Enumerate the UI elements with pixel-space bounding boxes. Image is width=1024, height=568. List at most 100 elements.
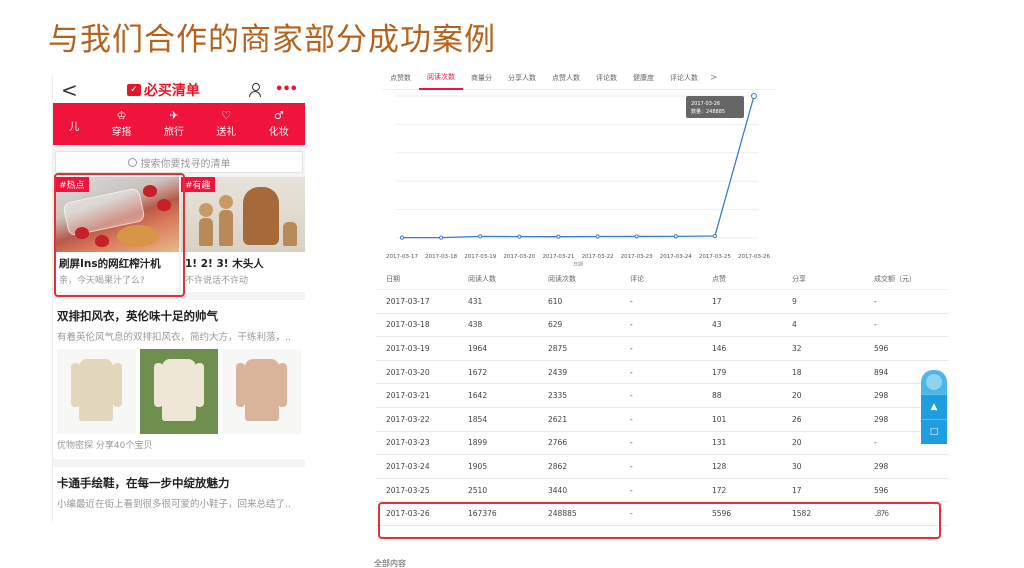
category-item[interactable]: ✈ 旅行 bbox=[164, 110, 184, 138]
article-title: 卡通手绘鞋，在每一步中绽放魅力 bbox=[57, 476, 230, 490]
x-axis-title: 日期 bbox=[573, 262, 583, 266]
featured-card[interactable]: #有趣 1! 2! 3! 木头人 不许说话不许动 bbox=[181, 177, 305, 292]
search-placeholder: 搜索你要找寻的清单 bbox=[140, 158, 231, 170]
back-icon[interactable]: < bbox=[61, 80, 78, 100]
metric-tab[interactable]: 分享人数 bbox=[500, 66, 544, 90]
column-header: 成交额（元） bbox=[874, 274, 916, 283]
x-tick-label: 2017-03-17 bbox=[386, 254, 418, 260]
fun-tag: #有趣 bbox=[181, 177, 215, 192]
table-row: 2017-03-26 167376 248885 - 5596 1582 ..876 bbox=[376, 502, 948, 526]
top-actions: ••• bbox=[249, 82, 298, 97]
featured-card[interactable]: #热点 刷屏Ins的网红榨汁机 亲，今天喝果汁了么? bbox=[55, 177, 179, 292]
article-images bbox=[57, 349, 302, 434]
table-cell: ..876 bbox=[874, 509, 889, 519]
table-cell: 596 bbox=[874, 343, 889, 353]
table-cell: - bbox=[630, 343, 633, 353]
analytics-chart-panel: 点赞数 阅读次数 商量分 分享人数 点赞人数 评论数 健康度 评论人数 > 2017-03-17… bbox=[382, 66, 776, 266]
category-item[interactable]: ♔ 穿搭 bbox=[112, 110, 132, 138]
x-tick-label: 2017-03-22 bbox=[582, 254, 614, 260]
table-cell: 2017-03-22 bbox=[386, 414, 430, 424]
table-cell: 2017-03-24 bbox=[386, 461, 430, 471]
x-tick-label: 2017-03-19 bbox=[464, 254, 496, 260]
metric-tab[interactable]: 评论人数 bbox=[662, 66, 706, 90]
article-item[interactable]: 卡通手绘鞋，在每一步中绽放魅力 小编最近在街上看到很多很可爱的小鞋子，回来总结了… bbox=[53, 467, 305, 510]
table-cell: 5596 bbox=[712, 509, 732, 519]
tabs-next-icon[interactable]: > bbox=[706, 73, 718, 83]
wooden-dolls-image: #有趣 bbox=[181, 177, 305, 252]
category-item[interactable]: 儿 bbox=[69, 116, 79, 133]
table-cell: 2017-03-19 bbox=[386, 343, 430, 353]
table-cell: 2766 bbox=[548, 438, 568, 448]
table-cell: 18 bbox=[792, 367, 802, 377]
app-logo: ✓ 必买清单 bbox=[126, 80, 200, 100]
column-header: 分享 bbox=[792, 274, 806, 283]
app-top-bar: < ✓ 必买清单 ••• bbox=[53, 76, 305, 103]
metric-tab[interactable]: 健康度 bbox=[625, 66, 662, 90]
all-content-label: 全部内容 bbox=[374, 559, 406, 568]
column-header: 日期 bbox=[386, 274, 400, 283]
card-title: 刷屏Ins的网红榨汁机 bbox=[59, 258, 161, 270]
hot-tag: #热点 bbox=[55, 177, 89, 192]
table-row: 2017-03-23 1899 2766-131 20- bbox=[376, 432, 948, 456]
column-header: 阅读人数 bbox=[468, 274, 496, 283]
coat-image bbox=[57, 349, 136, 434]
table-cell: 2335 bbox=[548, 391, 568, 401]
table-cell: - bbox=[630, 367, 633, 377]
coat-image bbox=[139, 349, 219, 434]
table-row: 2017-03-25 2510 3440 - 172 17 596 bbox=[376, 479, 948, 503]
table-cell: 2621 bbox=[548, 414, 568, 424]
category-item[interactable]: ♂ 化妆 bbox=[269, 110, 289, 138]
metric-tab[interactable]: 评论数 bbox=[588, 66, 625, 90]
slide-title: 与我们合作的商家部分成功案例 bbox=[48, 22, 496, 58]
chat-icon[interactable]: □ bbox=[921, 419, 947, 444]
metric-tab[interactable]: 阅读次数 bbox=[419, 66, 463, 90]
table-cell: 2862 bbox=[548, 461, 568, 471]
data-point bbox=[751, 93, 757, 99]
tooltip-value: 数量：248885 bbox=[691, 108, 725, 115]
table-row: 2017-03-21 1642 2335-88 20 298 bbox=[376, 384, 948, 408]
metric-tab[interactable]: 点赞人数 bbox=[544, 66, 588, 90]
table-header: 日期 阅读人数 阅读次数 评论 点赞 分享 成交额（元） bbox=[376, 268, 948, 290]
phone-screenshot: < ✓ 必买清单 ••• 儿 ♔ 穿搭 ✈ 旅行 ♡ 送礼 ♂ 化妆 搜索你要找寻的清单 bbox=[52, 76, 305, 523]
data-table: 日期 阅读人数 阅读次数 评论 点赞 分享 成交额（元） 2017-03-17 431 610 -… bbox=[376, 268, 948, 568]
category-icon: ✈ bbox=[169, 109, 179, 122]
data-point bbox=[478, 234, 483, 239]
table-cell: - bbox=[630, 320, 633, 330]
data-point bbox=[673, 234, 678, 239]
table-cell: 2017-03-21 bbox=[386, 391, 430, 401]
more-menu-icon[interactable]: ••• bbox=[275, 82, 298, 97]
table-cell: - bbox=[874, 320, 877, 330]
divider bbox=[53, 292, 305, 300]
table-cell: 2510 bbox=[468, 485, 488, 495]
table-row: 2017-03-22 1854 2621-101 26 298 bbox=[376, 408, 948, 432]
x-tick-label: 2017-03-21 bbox=[542, 254, 574, 260]
metric-tab[interactable]: 点赞数 bbox=[382, 66, 419, 90]
table-cell: 20 bbox=[792, 391, 802, 401]
category-label: 送礼 bbox=[216, 127, 237, 138]
card-title: 1! 2! 3! 木头人 bbox=[185, 258, 264, 270]
data-point bbox=[595, 234, 600, 239]
table-cell: 9 bbox=[792, 296, 797, 306]
bell-icon[interactable]: ▲ bbox=[921, 394, 947, 419]
table-row: 2017-03-18 438 629 - 43 4 - bbox=[376, 314, 948, 338]
table-cell: 128 bbox=[712, 461, 727, 471]
user-icon[interactable] bbox=[249, 82, 262, 97]
table-cell: - bbox=[874, 296, 877, 306]
table-row: 2017-03-19 1964 2875 - 146 32 596 bbox=[376, 337, 948, 361]
category-label: 儿 bbox=[69, 121, 80, 133]
table-row: 2017-03-17 431 610 - 17 9 - bbox=[376, 290, 948, 314]
search-input[interactable]: 搜索你要找寻的清单 bbox=[55, 151, 303, 173]
table-cell: - bbox=[630, 461, 633, 471]
table-cell: 167376 bbox=[468, 509, 497, 519]
data-point bbox=[556, 234, 561, 239]
column-header: 阅读次数 bbox=[548, 274, 576, 283]
table-row: 2017-03-20 1672 2439-179 18 894 bbox=[376, 361, 948, 385]
category-item[interactable]: ♡ 送礼 bbox=[216, 110, 236, 138]
table-cell: 131 bbox=[712, 438, 727, 448]
table-cell: 146 bbox=[712, 343, 727, 353]
mascot-icon bbox=[921, 370, 947, 394]
metric-tab[interactable]: 商量分 bbox=[463, 66, 500, 90]
article-item[interactable]: 双排扣风衣，英伦味十足的帅气 有着英伦风气息的双排扣风衣，简约大方，干练利落，.… bbox=[53, 300, 305, 459]
article-desc: 小编最近在街上看到很多很可爱的小鞋子，回来总结了.. bbox=[57, 499, 292, 510]
table-cell: 2017-03-18 bbox=[386, 320, 430, 330]
